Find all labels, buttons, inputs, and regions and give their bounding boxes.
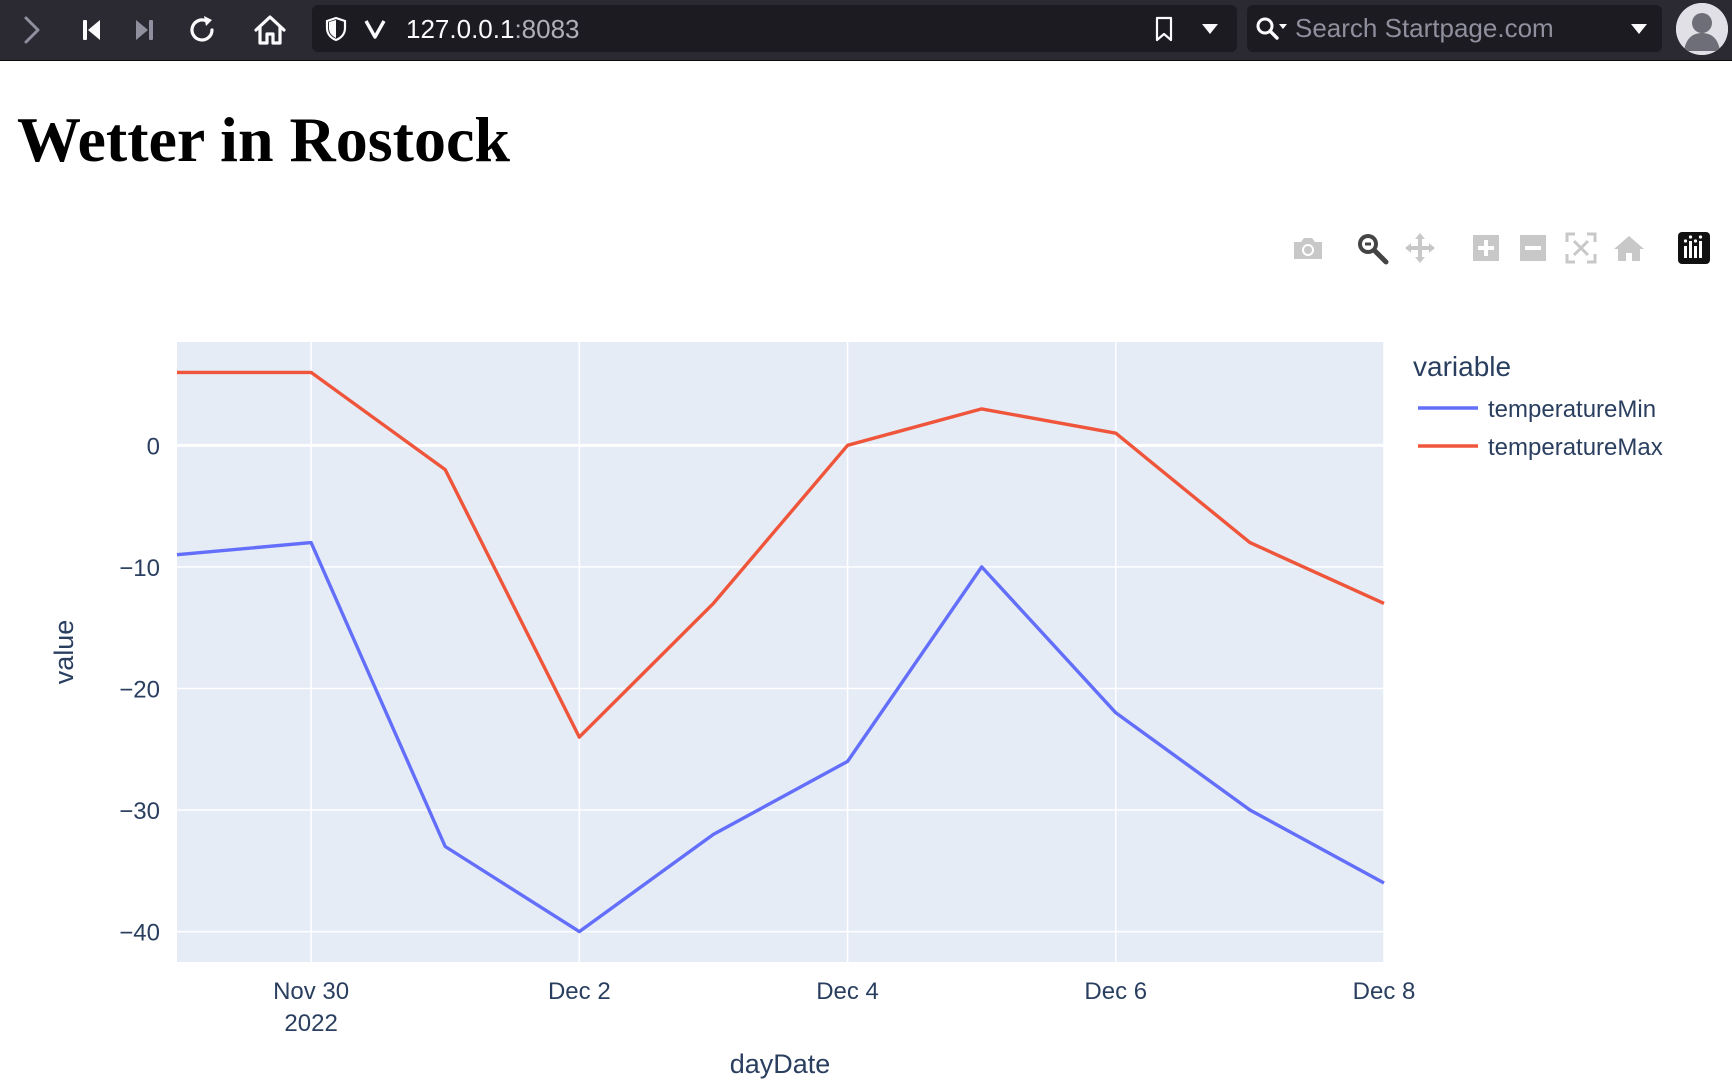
url-bar[interactable]: 127.0.0.1:8083 [312, 5, 1237, 52]
y-tick-label: −20 [119, 676, 160, 703]
legend-label: temperatureMin [1488, 396, 1656, 423]
y-axis-label: value [49, 620, 79, 685]
site-identity-icon[interactable] [362, 15, 388, 43]
browser-toolbar: 127.0.0.1:8083 [0, 0, 1732, 61]
x-tick-sublabel: 2022 [284, 1010, 337, 1037]
y-tick-label: −40 [119, 920, 160, 947]
shield-icon[interactable] [322, 15, 350, 43]
x-tick-label: Nov 30 [273, 978, 349, 1005]
chevron-down-icon[interactable] [1196, 15, 1224, 43]
y-tick-label: −30 [119, 798, 160, 825]
legend: variable temperatureMin temperatureMax [1413, 351, 1663, 461]
legend-item[interactable]: temperatureMax [1418, 434, 1663, 461]
x-tick-label: Dec 4 [816, 978, 879, 1005]
avatar[interactable] [1676, 3, 1728, 55]
bookmark-icon[interactable] [1150, 15, 1178, 43]
x-tick-label: Dec 2 [548, 978, 611, 1005]
forward-arrow-icon[interactable] [10, 8, 54, 52]
zoom-icon[interactable] [1352, 228, 1392, 268]
plot-modebar [1284, 222, 1724, 270]
pan-icon[interactable] [1400, 228, 1440, 268]
search-icon[interactable] [1255, 15, 1289, 43]
search-bar[interactable] [1247, 5, 1662, 52]
legend-item[interactable]: temperatureMin [1418, 396, 1656, 423]
url-host: 127.0.0.1 [406, 14, 515, 44]
search-input[interactable] [1295, 11, 1605, 45]
y-tick-label: 0 [147, 433, 160, 460]
chevron-down-icon[interactable] [1625, 15, 1653, 43]
skip-forward-icon[interactable] [122, 8, 166, 52]
legend-title: variable [1413, 351, 1511, 382]
plotly-logo-icon[interactable] [1674, 228, 1714, 268]
skip-back-icon[interactable] [70, 8, 114, 52]
x-tick-label: Dec 6 [1084, 978, 1147, 1005]
legend-label: temperatureMax [1488, 434, 1663, 461]
zoom-out-icon[interactable] [1513, 228, 1553, 268]
x-tick-label: Dec 8 [1353, 978, 1416, 1005]
url-text[interactable]: 127.0.0.1:8083 [406, 16, 580, 42]
chart-svg: 0 −10 −20 −30 −40 Nov 30 2022 Dec 2 Dec 4 Dec 6 De… [49, 342, 1663, 1079]
y-tick-label: −10 [119, 555, 160, 582]
autoscale-icon[interactable] [1561, 228, 1601, 268]
reset-axes-icon[interactable] [1609, 228, 1649, 268]
camera-icon[interactable] [1288, 228, 1328, 268]
reload-icon[interactable] [180, 8, 224, 52]
home-icon[interactable] [248, 8, 292, 52]
url-port: :8083 [514, 14, 580, 44]
zoom-in-icon[interactable] [1466, 228, 1506, 268]
page-title: Wetter in Rostock [17, 104, 510, 175]
x-axis-label: dayDate [730, 1049, 831, 1079]
line-chart[interactable]: 0 −10 −20 −30 −40 Nov 30 2022 Dec 2 Dec 4 Dec 6 De… [0, 300, 1732, 1090]
